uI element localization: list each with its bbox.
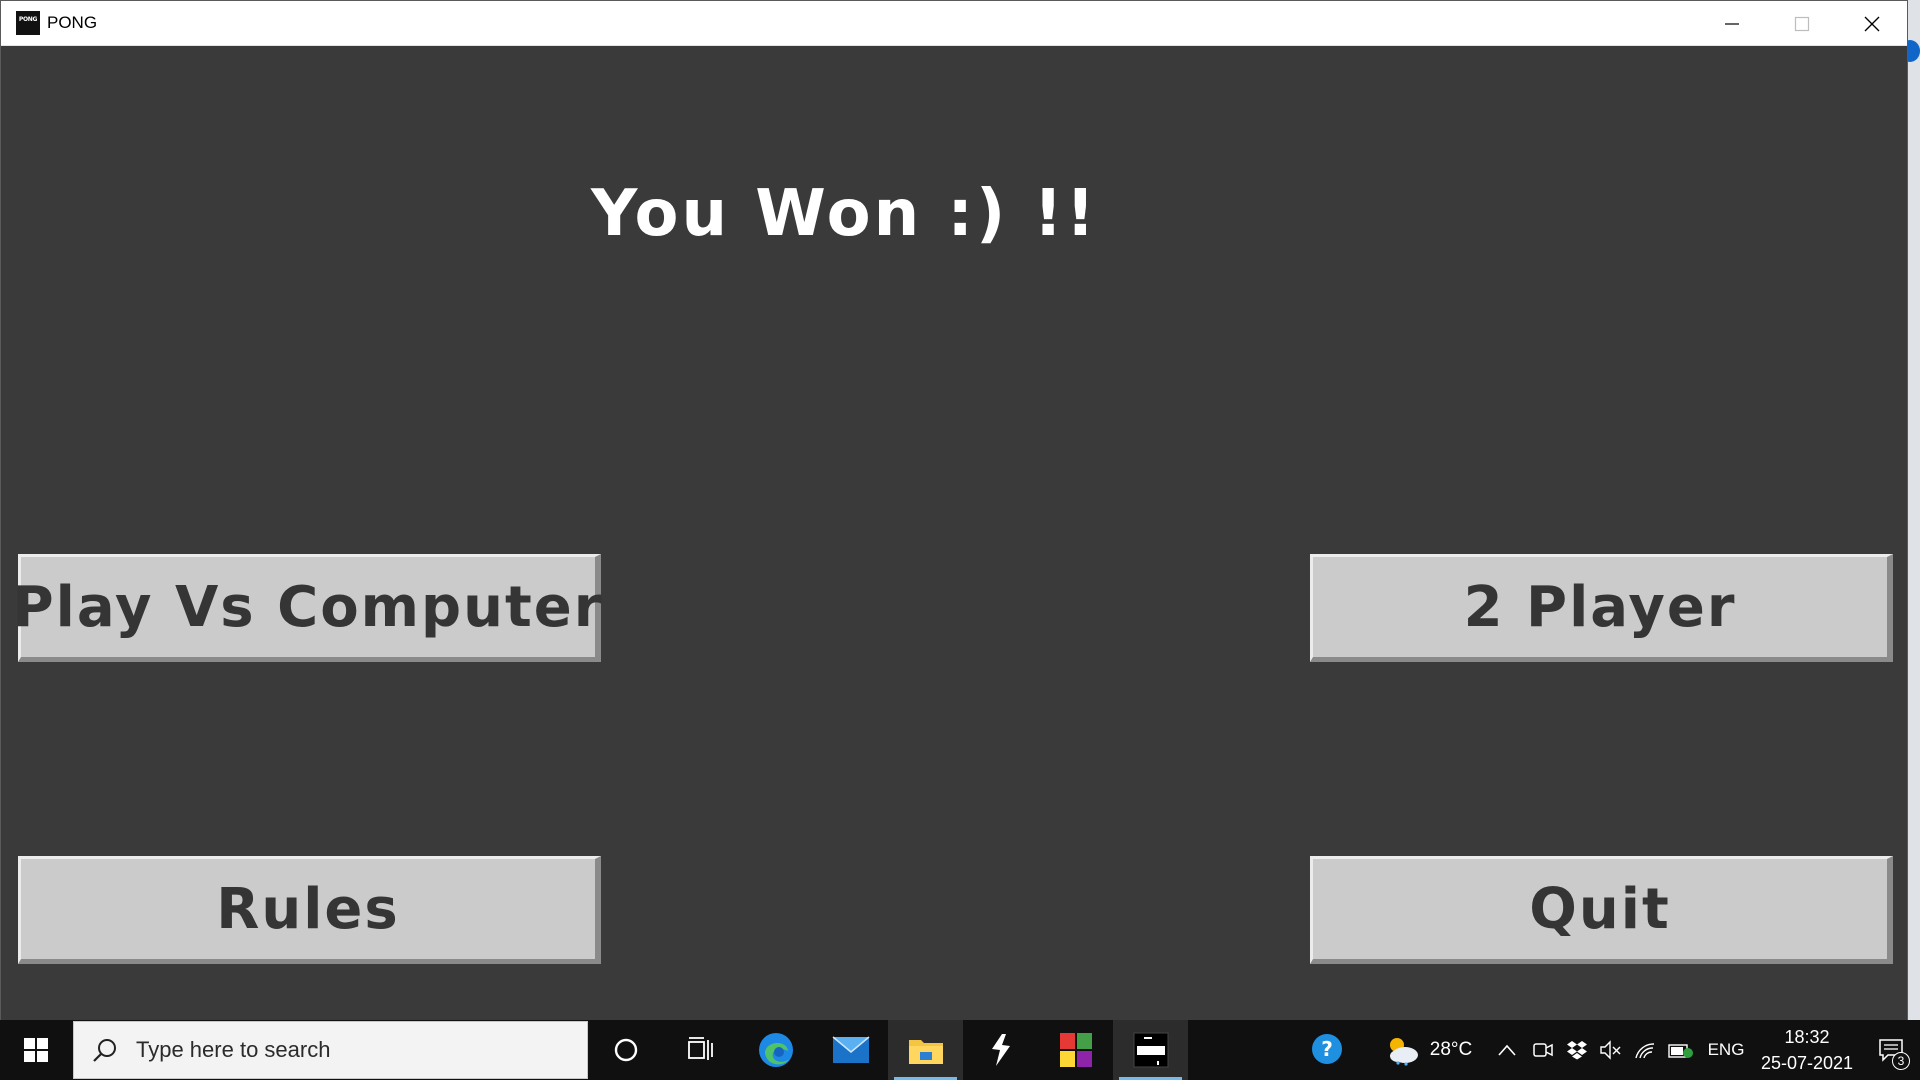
pong-window: PONG PONG You Won :) !! Play Vs Computer… xyxy=(0,0,1908,1021)
windows-logo-icon xyxy=(24,1038,48,1062)
camera-icon xyxy=(1533,1043,1553,1057)
clock-date: 25-07-2021 xyxy=(1760,1053,1854,1073)
mail-icon xyxy=(832,1036,869,1063)
task-view-icon xyxy=(687,1037,713,1060)
taskbar-mail[interactable] xyxy=(813,1020,888,1080)
tray-meet[interactable] xyxy=(1526,1020,1560,1080)
taskbar-color-grid[interactable] xyxy=(1038,1020,1113,1080)
taskbar-cortana[interactable] xyxy=(588,1020,663,1080)
pong-app-icon: PONG xyxy=(16,11,40,35)
taskbar-edge[interactable] xyxy=(738,1020,813,1080)
temperature: 28°C xyxy=(1429,1039,1473,1060)
two-player-button[interactable]: 2 Player xyxy=(1310,554,1893,662)
desktop-background xyxy=(1908,0,1920,1020)
game-canvas: You Won :) !! Play Vs Computer 2 Player … xyxy=(1,46,1907,1021)
tray-volume[interactable] xyxy=(1594,1020,1628,1080)
start-button[interactable] xyxy=(0,1020,72,1080)
minimize-icon xyxy=(1725,22,1739,25)
tray-network[interactable] xyxy=(1628,1020,1662,1080)
language-indicator: ENG xyxy=(1707,1040,1745,1059)
tray-weather[interactable]: 28°C xyxy=(1368,1020,1488,1080)
taskbar: Type here to search ? 28°C ENG 18:32 25-… xyxy=(0,1020,1920,1080)
tray-battery[interactable] xyxy=(1662,1020,1700,1080)
maximize-button[interactable] xyxy=(1767,1,1837,46)
search-icon xyxy=(93,1039,116,1062)
tray-show-hidden[interactable] xyxy=(1488,1020,1526,1080)
taskbar-file-explorer[interactable] xyxy=(888,1020,963,1080)
help-icon: ? xyxy=(1312,1034,1342,1064)
title-bar[interactable]: PONG PONG xyxy=(1,1,1907,46)
quit-button[interactable]: Quit xyxy=(1310,856,1893,964)
window-title: PONG xyxy=(47,13,98,32)
taskbar-pong[interactable] xyxy=(1113,1020,1188,1080)
weather-cloud-sun-icon xyxy=(1389,1038,1418,1066)
result-message: You Won :) !! xyxy=(591,177,1098,251)
tray-language[interactable]: ENG xyxy=(1700,1020,1752,1080)
chevron-up-icon xyxy=(1498,1044,1516,1056)
taskbar-task-view[interactable] xyxy=(663,1020,738,1080)
battery-charging-icon xyxy=(1668,1044,1693,1058)
clock-time: 18:32 xyxy=(1784,1027,1830,1047)
app-bolt-icon xyxy=(991,1034,1010,1066)
maximize-icon xyxy=(1794,16,1810,31)
action-center-button[interactable]: 3 xyxy=(1862,1020,1920,1080)
tray-help[interactable]: ? xyxy=(1288,1020,1368,1080)
minimize-button[interactable] xyxy=(1697,1,1767,46)
tray-dropbox[interactable] xyxy=(1560,1020,1594,1080)
wifi-icon xyxy=(1635,1043,1655,1059)
dropbox-icon xyxy=(1567,1041,1587,1060)
volume-muted-icon xyxy=(1600,1040,1621,1060)
search-placeholder: Type here to search xyxy=(136,1037,331,1062)
close-icon xyxy=(1864,16,1880,31)
notification-count-badge: 3 xyxy=(1892,1052,1910,1070)
taskbar-search-box[interactable]: Type here to search xyxy=(73,1021,588,1079)
file-explorer-icon xyxy=(908,1040,943,1064)
cortana-icon xyxy=(614,1038,637,1062)
rules-button[interactable]: Rules xyxy=(18,856,601,964)
edge-icon xyxy=(758,1033,793,1067)
tray-clock[interactable]: 18:32 25-07-2021 xyxy=(1752,1020,1862,1080)
svg-text:?: ? xyxy=(1321,1037,1333,1061)
close-button[interactable] xyxy=(1837,1,1907,46)
pong-icon xyxy=(1133,1032,1168,1068)
play-vs-computer-button[interactable]: Play Vs Computer xyxy=(13,554,601,662)
color-grid-icon xyxy=(1059,1033,1092,1067)
system-tray: ? 28°C ENG 18:32 25-07-2021 3 xyxy=(1288,1020,1920,1080)
taskbar-app-bolt[interactable] xyxy=(963,1020,1038,1080)
window-controls xyxy=(1697,1,1907,46)
